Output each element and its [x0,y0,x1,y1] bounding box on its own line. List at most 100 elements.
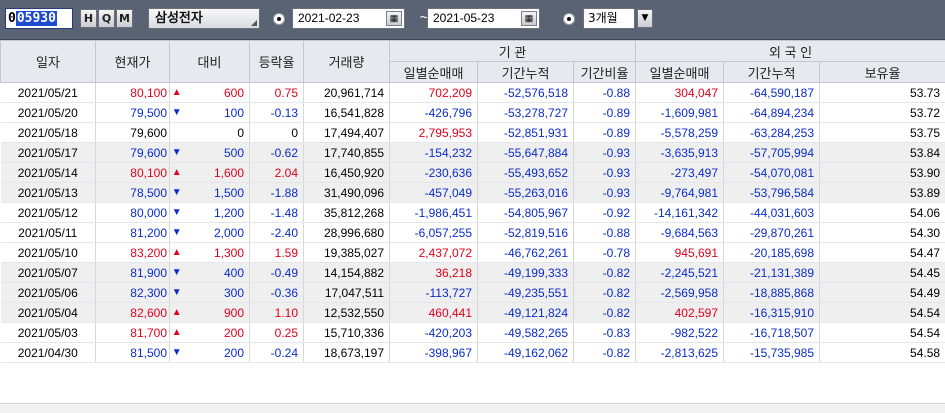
table-row[interactable]: 2021/05/12 80,000 ▼ 1,200 -1.48 35,812,268 -1,… [0,202,945,223]
cell-date: 2021/05/14 [0,162,96,183]
header-date[interactable]: 일자 [0,40,96,83]
cell-inst-cum: -55,493,652 [477,162,575,183]
header-inst-cum[interactable]: 기간누적 [477,61,575,83]
cell-volume: 15,710,336 [303,322,391,343]
cell-date: 2021/05/20 [0,102,96,123]
cell-inst-daily: 36,218 [389,262,479,283]
cell-rate: -0.62 [249,142,305,163]
cell-inst-daily: 460,441 [389,302,479,323]
cell-for-daily: -982,522 [635,322,725,343]
cell-volume: 20,961,714 [303,82,391,103]
cell-for-hold: 53.75 [819,122,945,143]
calendar-icon[interactable]: ▦ [386,11,402,26]
cell-date: 2021/05/10 [0,242,96,263]
status-strip [0,403,945,413]
table-row[interactable]: 2021/05/14 80,100 ▲ 1,600 2.04 16,450,920 -230… [0,162,945,183]
cell-rate: 1.59 [249,242,305,263]
cell-inst-daily: 2,795,953 [389,122,479,143]
radio-period[interactable] [563,13,575,25]
radio-date-range[interactable] [273,13,285,25]
end-date-value: 2021-05-23 [433,11,495,25]
header-change[interactable]: 대비 [168,40,251,83]
cell-change: 600 [183,82,251,103]
arrow-down-icon: ▼ [169,262,184,283]
header-inst-ratio[interactable]: 기간비율 [573,61,637,83]
header-for-hold[interactable]: 보유율 [819,61,945,83]
cell-for-cum: -20,185,698 [723,242,821,263]
flat-indicator [169,122,184,143]
cell-price: 81,200 [95,222,170,243]
cell-change: 1,300 [183,242,251,263]
arrow-down-icon: ▼ [169,222,184,243]
table-row[interactable]: 2021/05/10 83,200 ▲ 1,300 1.59 19,385,027 2,43… [0,242,945,263]
cell-date: 2021/05/17 [0,142,96,163]
cell-for-hold: 54.54 [819,302,945,323]
cell-for-hold: 53.89 [819,182,945,203]
cell-change: 300 [183,282,251,303]
cell-inst-daily: 2,437,072 [389,242,479,263]
header-for-cum[interactable]: 기간누적 [723,61,821,83]
cell-date: 2021/05/06 [0,282,96,303]
chevron-down-icon[interactable]: ▼ [637,9,653,28]
table-row[interactable]: 2021/05/17 79,600 ▼ 500 -0.62 17,740,855 -154,… [0,142,945,163]
header-volume[interactable]: 거래량 [303,40,391,83]
end-date-input[interactable]: 2021-05-23 ▦ [427,8,540,29]
stock-name-field[interactable]: 삼성전자 [148,8,260,29]
cell-inst-daily: -1,986,451 [389,202,479,223]
toolbar: 005930 H Q M 삼성전자 2021-02-23 ▦ ~ 2021-05… [0,0,945,40]
cell-inst-cum: -49,162,062 [477,342,575,363]
table-row[interactable]: 2021/05/07 81,900 ▼ 400 -0.49 14,154,882 36,21… [0,262,945,283]
cell-volume: 17,494,407 [303,122,391,143]
cell-inst-daily: 702,209 [389,82,479,103]
cell-inst-cum: -49,121,824 [477,302,575,323]
cell-inst-daily: -457,049 [389,182,479,203]
table-row[interactable]: 2021/05/20 79,500 ▼ 100 -0.13 16,541,828 -426,… [0,102,945,123]
arrow-down-icon: ▼ [169,142,184,163]
cell-price: 83,200 [95,242,170,263]
cell-volume: 17,047,511 [303,282,391,303]
cell-rate: 0 [249,122,305,143]
table-row[interactable]: 2021/05/03 81,700 ▲ 200 0.25 15,710,336 -420,2… [0,322,945,343]
cell-for-daily: -9,684,563 [635,222,725,243]
cell-change: 200 [183,322,251,343]
header-for-daily[interactable]: 일별순매매 [635,61,725,83]
cell-date: 2021/05/03 [0,322,96,343]
cell-for-cum: -16,718,507 [723,322,821,343]
table-row[interactable]: 2021/05/13 78,500 ▼ 1,500 -1.88 31,490,096 -45… [0,182,945,203]
cell-inst-ratio: -0.78 [573,242,637,263]
header-inst-daily[interactable]: 일별순매매 [389,61,479,83]
stock-code-input[interactable]: 005930 [5,8,73,29]
stock-name: 삼성전자 [155,11,203,26]
table-row[interactable]: 2021/05/11 81,200 ▼ 2,000 -2.40 28,996,680 -6,… [0,222,945,243]
table-row[interactable]: 2021/05/06 82,300 ▼ 300 -0.36 17,047,511 -113,… [0,282,945,303]
calendar-icon[interactable]: ▦ [521,11,537,26]
period-select[interactable]: 3개월 [583,8,635,29]
cell-rate: -0.24 [249,342,305,363]
header-rate[interactable]: 등락율 [249,40,305,83]
header-price[interactable]: 현재가 [95,40,170,83]
cell-volume: 16,450,920 [303,162,391,183]
cell-for-cum: -44,031,603 [723,202,821,223]
cell-for-cum: -53,796,584 [723,182,821,203]
h-button[interactable]: H [80,9,97,28]
table-row[interactable]: 2021/05/18 79,600 0 0 17,494,407 2,795,953 -52… [0,122,945,143]
cell-inst-ratio: -0.82 [573,342,637,363]
cell-date: 2021/05/11 [0,222,96,243]
table-row[interactable]: 2021/04/30 81,500 ▼ 200 -0.24 18,673,197 -398,… [0,342,945,363]
start-date-input[interactable]: 2021-02-23 ▦ [292,8,405,29]
cell-rate: 2.04 [249,162,305,183]
table-row[interactable]: 2021/05/21 80,100 ▲ 600 0.75 20,961,714 702,20… [0,82,945,103]
cell-for-daily: 402,597 [635,302,725,323]
table-row[interactable]: 2021/05/04 82,600 ▲ 900 1.10 12,532,550 460,44… [0,302,945,323]
cell-volume: 18,673,197 [303,342,391,363]
stock-code-prefix: 0 [8,11,16,26]
q-button[interactable]: Q [98,9,115,28]
arrow-up-icon: ▲ [169,242,184,263]
cell-date: 2021/05/21 [0,82,96,103]
cell-change: 400 [183,262,251,283]
cell-change: 100 [183,102,251,123]
cell-date: 2021/05/04 [0,302,96,323]
cell-for-hold: 53.90 [819,162,945,183]
cell-volume: 28,996,680 [303,222,391,243]
m-button[interactable]: M [116,9,133,28]
